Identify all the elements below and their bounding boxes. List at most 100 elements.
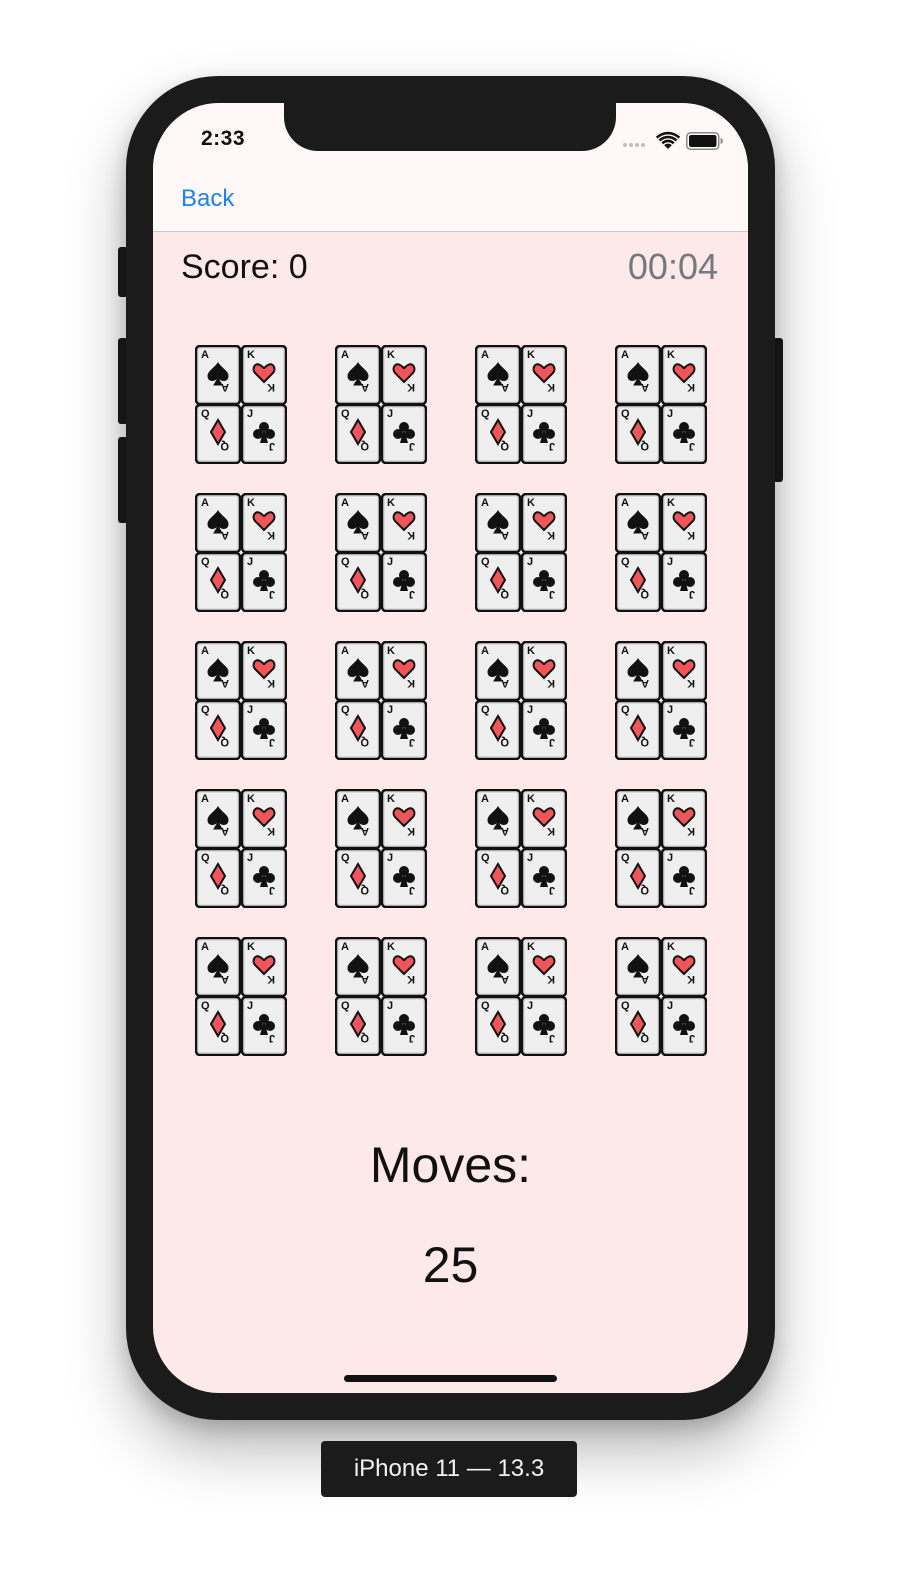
svg-text:K: K [267, 677, 275, 689]
back-button[interactable]: Back [181, 185, 234, 213]
memory-card[interactable]: A A K K Q Q J J [475, 789, 567, 908]
memory-card[interactable]: A A K K Q Q J J [195, 641, 287, 760]
memory-card[interactable]: A A K K Q Q J J [475, 641, 567, 760]
memory-card[interactable]: A A K K Q Q J J [615, 937, 707, 1056]
svg-text:A: A [481, 497, 489, 509]
memory-card[interactable]: A A K K Q Q J J [615, 493, 707, 612]
svg-text:Q: Q [621, 1000, 630, 1012]
svg-text:A: A [501, 529, 509, 541]
card-grid: A A K K Q Q J J A A K K Q Q J J A A K K Q Q J J A A K K Q Q J J A A K K Q Q J J… [195, 345, 707, 1056]
playing-cards-icon: A A K K Q Q J J [475, 493, 567, 612]
simulator-stage: 2:33 Back Score: 0 00:04 A A K K Q Q J J A A K K Q Q J… [0, 0, 910, 1584]
playing-cards-icon: A A K K Q Q J J [195, 493, 287, 612]
svg-text:J: J [269, 1032, 275, 1044]
memory-card[interactable]: A A K K Q Q J J [335, 493, 427, 612]
svg-text:Q: Q [500, 736, 509, 748]
svg-text:K: K [527, 941, 535, 953]
svg-text:A: A [201, 349, 209, 361]
memory-card[interactable]: A A K K Q Q J J [195, 937, 287, 1056]
svg-text:Q: Q [341, 556, 350, 568]
svg-text:K: K [527, 349, 535, 361]
svg-text:Q: Q [481, 408, 490, 420]
svg-text:J: J [689, 588, 695, 600]
svg-text:K: K [667, 941, 675, 953]
svg-text:Q: Q [500, 1032, 509, 1044]
navigation-bar: 2:33 Back [153, 103, 748, 232]
svg-text:A: A [641, 677, 649, 689]
svg-text:J: J [247, 1000, 253, 1012]
svg-text:J: J [387, 1000, 393, 1012]
svg-text:K: K [687, 825, 695, 837]
memory-card[interactable]: A A K K Q Q J J [475, 345, 567, 464]
svg-text:A: A [641, 825, 649, 837]
moves-title: Moves: [369, 1137, 532, 1193]
svg-text:J: J [387, 408, 393, 420]
memory-card[interactable]: A A K K Q Q J J [195, 345, 287, 464]
svg-text:Q: Q [481, 556, 490, 568]
svg-text:A: A [361, 529, 369, 541]
memory-card[interactable]: A A K K Q Q J J [195, 493, 287, 612]
svg-text:A: A [501, 677, 509, 689]
playing-cards-icon: A A K K Q Q J J [335, 345, 427, 464]
svg-text:J: J [409, 588, 415, 600]
svg-text:K: K [547, 825, 555, 837]
memory-card[interactable]: A A K K Q Q J J [615, 789, 707, 908]
svg-text:A: A [501, 381, 509, 393]
svg-text:K: K [387, 497, 395, 509]
svg-text:Q: Q [360, 1032, 369, 1044]
svg-text:K: K [387, 349, 395, 361]
playing-cards-icon: A A K K Q Q J J [195, 937, 287, 1056]
svg-text:K: K [687, 529, 695, 541]
memory-card[interactable]: A A K K Q Q J J [195, 789, 287, 908]
svg-text:A: A [201, 497, 209, 509]
svg-text:A: A [341, 645, 349, 657]
svg-text:K: K [667, 349, 675, 361]
home-indicator [344, 1375, 557, 1382]
svg-text:A: A [361, 381, 369, 393]
playing-cards-icon: A A K K Q Q J J [195, 345, 287, 464]
svg-text:A: A [641, 381, 649, 393]
svg-text:J: J [527, 704, 533, 716]
svg-text:Q: Q [621, 556, 630, 568]
svg-text:A: A [201, 941, 209, 953]
svg-text:A: A [621, 941, 629, 953]
memory-card[interactable]: A A K K Q Q J J [335, 641, 427, 760]
memory-card[interactable]: A A K K Q Q J J [335, 789, 427, 908]
svg-text:J: J [409, 440, 415, 452]
svg-text:J: J [269, 736, 275, 748]
svg-text:J: J [527, 556, 533, 568]
svg-text:Q: Q [360, 736, 369, 748]
svg-text:K: K [687, 381, 695, 393]
svg-text:K: K [667, 497, 675, 509]
memory-card[interactable]: A A K K Q Q J J [475, 937, 567, 1056]
svg-text:Q: Q [220, 884, 229, 896]
svg-text:A: A [361, 677, 369, 689]
svg-text:J: J [549, 884, 555, 896]
svg-text:Q: Q [621, 408, 630, 420]
memory-card[interactable]: A A K K Q Q J J [615, 345, 707, 464]
svg-text:J: J [527, 852, 533, 864]
memory-card[interactable]: A A K K Q Q J J [615, 641, 707, 760]
svg-text:J: J [549, 588, 555, 600]
svg-text:J: J [689, 1032, 695, 1044]
playing-cards-icon: A A K K Q Q J J [195, 641, 287, 760]
svg-text:Q: Q [481, 1000, 490, 1012]
svg-text:Q: Q [220, 736, 229, 748]
svg-text:A: A [221, 381, 229, 393]
svg-text:A: A [221, 529, 229, 541]
svg-text:K: K [667, 645, 675, 657]
svg-text:Q: Q [640, 1032, 649, 1044]
svg-text:J: J [247, 852, 253, 864]
memory-card[interactable]: A A K K Q Q J J [475, 493, 567, 612]
memory-card[interactable]: A A K K Q Q J J [335, 937, 427, 1056]
svg-text:J: J [269, 440, 275, 452]
memory-card[interactable]: A A K K Q Q J J [335, 345, 427, 464]
svg-text:Q: Q [201, 408, 210, 420]
svg-text:A: A [621, 497, 629, 509]
svg-text:J: J [689, 884, 695, 896]
svg-text:A: A [201, 645, 209, 657]
battery-icon [686, 132, 723, 150]
svg-text:J: J [527, 1000, 533, 1012]
svg-text:A: A [341, 349, 349, 361]
svg-text:K: K [547, 529, 555, 541]
